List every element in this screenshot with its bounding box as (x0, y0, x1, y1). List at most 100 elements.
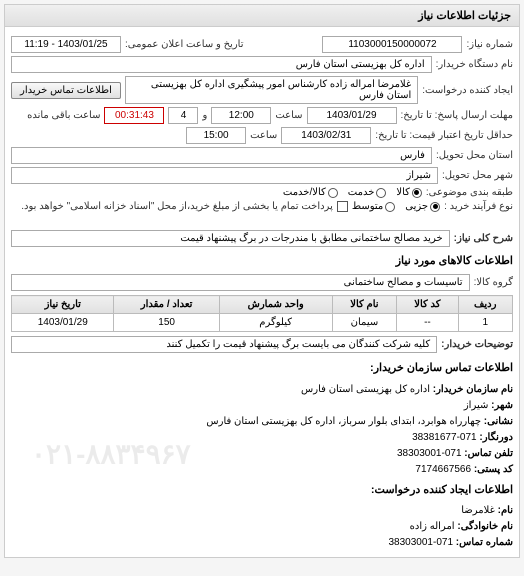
goods-group-label: گروه کالا: (474, 277, 513, 288)
purchase-type-option-medium[interactable]: متوسط (352, 201, 395, 212)
response-deadline-label: مهلت ارسال پاسخ: تا تاریخ: (401, 110, 513, 121)
category-label: طبقه بندی موضوعی: (426, 187, 513, 198)
row-buyer-notes: توضیحات خریدار: کلیه شرکت کنندگان می بای… (11, 336, 513, 353)
request-creator-value: غلامرضا امراله زاده کارشناس امور پیشگیری… (125, 76, 418, 104)
creator-lname: امراله زاده (410, 521, 455, 532)
row-request-creator: ایجاد کننده درخواست: غلامرضا امراله زاده… (11, 76, 513, 104)
td-name: سیمان (332, 314, 397, 332)
buyer-notes-label: توضیحات خریدار: (441, 339, 513, 350)
creator-section-title: اطلاعات ایجاد کننده درخواست: (11, 478, 513, 504)
row-request-number: شماره نیاز: 1103000150000072 تاریخ و ساع… (11, 36, 513, 53)
td-qty: 150 (114, 314, 219, 332)
creator-fname: غلامرضا (461, 505, 495, 516)
table-header-row: ردیف کد کالا نام کالا واحد شمارش تعداد /… (12, 296, 513, 314)
contact-info-button[interactable]: اطلاعات تماس خریدار (11, 82, 121, 99)
panel-title: جزئیات اطلاعات نیاز (5, 5, 519, 27)
need-title-label: شرح کلی نیاز: (454, 233, 513, 244)
purchase-type-option-label: متوسط (352, 201, 383, 212)
category-option-both[interactable]: کالا/خدمت (283, 187, 338, 198)
row-category: طبقه بندی موضوعی: کالا خدمت کالا/خدمت (11, 187, 513, 198)
contact-org-label: نام سازمان خریدار: (433, 384, 513, 395)
need-title-value: خرید مصالح ساختمانی مطابق با مندرجات در … (11, 230, 450, 247)
contact-post: 7174667566 (415, 464, 471, 475)
table-row: 1 -- سیمان کیلوگرم 150 1403/01/29 (12, 314, 513, 332)
purchase-type-option-minor[interactable]: جزیی (405, 201, 440, 212)
contact-addr: چهارراه هوابرد، ابتدای بلوار سرباز، ادار… (206, 416, 481, 427)
buyer-notes-value: کلیه شرکت کنندگان می بایست برگ پیشنهاد ق… (11, 336, 437, 353)
radio-dot-icon (430, 202, 440, 212)
response-deadline-date: 1403/01/29 (307, 107, 397, 124)
contact-org: اداره کل بهزیستی استان فارس (301, 384, 430, 395)
radio-dot-icon (376, 188, 386, 198)
creator-lname-label: نام خانوادگی: (457, 521, 513, 532)
th-unit: واحد شمارش (219, 296, 332, 314)
creator-tel: 071-38303001 (388, 537, 453, 548)
category-option-label: کالا (396, 187, 410, 198)
th-qty: تعداد / مقدار (114, 296, 219, 314)
treasury-checkbox[interactable] (337, 201, 348, 212)
validity-date: 1403/02/31 (281, 127, 371, 144)
contact-section-title: اطلاعات تماس سازمان خریدار: (11, 356, 513, 382)
response-deadline-days: 4 (168, 107, 198, 124)
contact-city-label: شهر: (491, 400, 513, 411)
contact-tel: 071-38303001 (397, 448, 462, 459)
response-deadline-hour: 12:00 (211, 107, 271, 124)
row-delivery-city: شهر محل تحویل: شیراز (11, 167, 513, 184)
treasury-checkbox-label: پرداخت تمام یا بخشی از مبلغ خرید،از محل … (21, 201, 333, 212)
delivery-city-value: شیراز (11, 167, 438, 184)
row-buyer-org: نام دستگاه خریدار: اداره کل بهزیستی استا… (11, 56, 513, 73)
contact-pre-label: دورنگار: (479, 432, 513, 443)
request-number-label: شماره نیاز: (466, 39, 513, 50)
category-option-service[interactable]: خدمت (348, 187, 387, 198)
contact-info-block: اطلاعات تماس سازمان خریدار: نام سازمان خ… (11, 356, 513, 551)
row-goods-group: گروه کالا: تاسیسات و مصالح ساختمانی (11, 274, 513, 291)
row-need-title: شرح کلی نیاز: خرید مصالح ساختمانی مطابق … (11, 230, 513, 247)
delivery-province-value: فارس (11, 147, 432, 164)
td-unit: کیلوگرم (219, 314, 332, 332)
contact-pre: 071-38381677 (412, 432, 477, 443)
response-deadline-remain-label: ساعت باقی مانده (27, 110, 100, 121)
response-deadline-day-label: و (202, 110, 207, 121)
contact-city: شیراز (464, 400, 489, 411)
radio-dot-icon (412, 188, 422, 198)
contact-tel-label: تلفن تماس: (464, 448, 513, 459)
validity-label: حداقل تاریخ اعتبار قیمت: تا تاریخ: (375, 130, 513, 141)
contact-post-label: کد پستی: (474, 464, 513, 475)
row-purchase-type: نوع فرآیند خرید : جزیی متوسط پرداخت تمام… (11, 201, 513, 212)
buyer-org-value: اداره کل بهزیستی استان فارس (11, 56, 432, 73)
contact-section: ۰۲۱-۸۸۳۴۹۶۷ اطلاعات تماس سازمان خریدار: … (11, 356, 513, 551)
radio-dot-icon (385, 202, 395, 212)
contact-addr-label: نشانی: (484, 416, 513, 427)
th-date: تاریخ نیاز (12, 296, 114, 314)
purchase-type-label: نوع فرآیند خرید : (444, 201, 513, 212)
response-deadline-hour-label: ساعت (275, 110, 302, 121)
radio-dot-icon (328, 188, 338, 198)
th-name: نام کالا (332, 296, 397, 314)
row-validity: حداقل تاریخ اعتبار قیمت: تا تاریخ: 1403/… (11, 127, 513, 144)
row-delivery-province: استان محل تحویل: فارس (11, 147, 513, 164)
delivery-city-label: شهر محل تحویل: (442, 170, 513, 181)
purchase-type-option-label: جزیی (405, 201, 428, 212)
request-number-value: 1103000150000072 (322, 36, 462, 53)
th-code: کد کالا (397, 296, 458, 314)
creator-tel-label: شماره تماس: (456, 537, 513, 548)
delivery-province-label: استان محل تحویل: (436, 150, 513, 161)
td-date: 1403/01/29 (12, 314, 114, 332)
request-creator-label: ایجاد کننده درخواست: (422, 85, 513, 96)
panel-body: شماره نیاز: 1103000150000072 تاریخ و ساع… (5, 27, 519, 557)
validity-hour: 15:00 (186, 127, 246, 144)
row-response-deadline: مهلت ارسال پاسخ: تا تاریخ: 1403/01/29 سا… (11, 107, 513, 124)
th-idx: ردیف (458, 296, 512, 314)
category-radio-group: کالا خدمت کالا/خدمت (283, 187, 422, 198)
td-idx: 1 (458, 314, 512, 332)
announce-date-value: 1403/01/25 - 11:19 (11, 36, 121, 53)
need-details-panel: جزئیات اطلاعات نیاز شماره نیاز: 11030001… (4, 4, 520, 558)
category-option-label: خدمت (348, 187, 375, 198)
goods-section-title: اطلاعات کالاهای مورد نیاز (11, 250, 513, 271)
category-option-goods[interactable]: کالا (396, 187, 422, 198)
creator-fname-label: نام: (498, 505, 513, 516)
announce-date-label: تاریخ و ساعت اعلان عمومی: (125, 39, 244, 50)
response-deadline-remain: 00:31:43 (104, 107, 164, 124)
goods-group-value: تاسیسات و مصالح ساختمانی (11, 274, 470, 291)
validity-hour-label: ساعت (250, 130, 277, 141)
